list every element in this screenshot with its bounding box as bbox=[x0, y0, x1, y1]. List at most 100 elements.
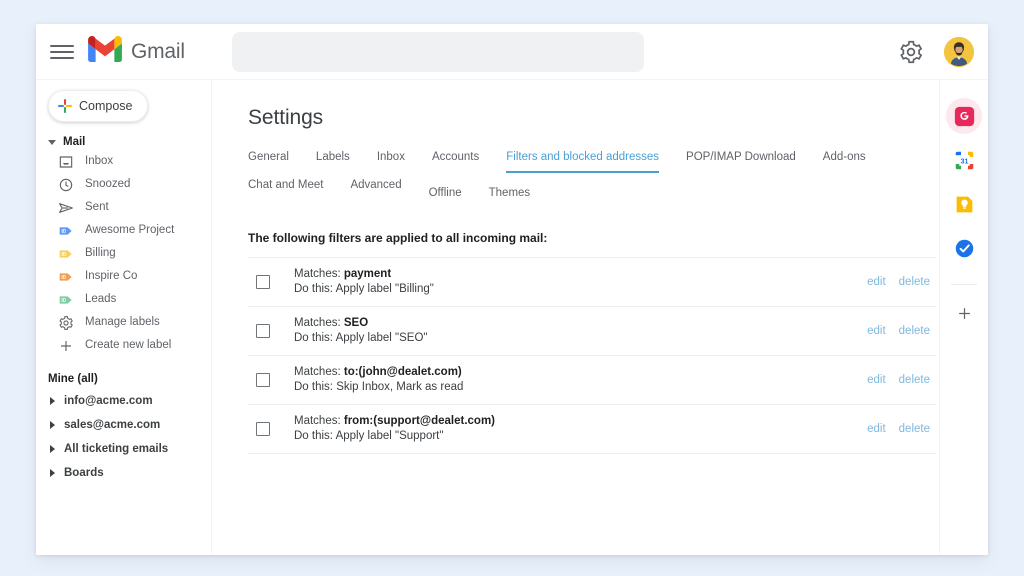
filter-action-line: Do this: Apply label "Support" bbox=[294, 429, 867, 444]
sidebar-item-create-new-label[interactable]: Create new label bbox=[36, 334, 211, 357]
plus-icon bbox=[58, 338, 74, 354]
tab-filters-and-blocked-addresses[interactable]: Filters and blocked addresses bbox=[506, 145, 659, 173]
chevron-down-icon bbox=[48, 140, 56, 145]
label-icon bbox=[58, 246, 74, 262]
filter-action-value: Apply label "Support" bbox=[336, 430, 444, 442]
tab-advanced[interactable]: Advanced bbox=[350, 173, 401, 201]
sidebar-item-label: Inbox bbox=[85, 156, 113, 168]
sidebar-section-mail[interactable]: Mail bbox=[48, 136, 211, 148]
page-title: Settings bbox=[248, 106, 939, 130]
brand[interactable]: Gmail bbox=[88, 36, 185, 67]
settings-tabs: General Labels Inbox Accounts Filters an… bbox=[248, 145, 940, 209]
label-icon bbox=[58, 292, 74, 308]
sidebar-item-info-acme[interactable]: info@acme.com bbox=[36, 389, 211, 413]
filter-checkbox[interactable] bbox=[256, 324, 270, 338]
filter-row: Matches: payment Do this: Apply label "B… bbox=[248, 257, 936, 306]
filter-match-value: SEO bbox=[344, 317, 368, 329]
sidebar-item-leads[interactable]: Leads bbox=[36, 288, 211, 311]
user-avatar[interactable] bbox=[944, 37, 974, 67]
filter-actions: edit delete bbox=[867, 423, 936, 435]
filter-checkbox[interactable] bbox=[256, 422, 270, 436]
compose-button[interactable]: Compose bbox=[48, 90, 148, 122]
filter-match-line: Matches: payment bbox=[294, 267, 867, 282]
label-icon bbox=[58, 269, 74, 285]
sidebar-item-label: Snoozed bbox=[85, 179, 130, 191]
filter-list: Matches: payment Do this: Apply label "B… bbox=[248, 257, 936, 454]
filter-action-value: Apply label "Billing" bbox=[336, 283, 434, 295]
filter-row: Matches: to:(john@dealet.com) Do this: S… bbox=[248, 355, 936, 404]
filter-action-line: Do this: Skip Inbox, Mark as read bbox=[294, 380, 867, 395]
sidebar-section-label: Mail bbox=[63, 136, 85, 148]
filter-match-value: from:(support@dealet.com) bbox=[344, 415, 495, 427]
tab-themes[interactable]: Themes bbox=[489, 181, 531, 209]
tab-inbox[interactable]: Inbox bbox=[377, 145, 405, 173]
filter-match-line: Matches: to:(john@dealet.com) bbox=[294, 365, 867, 380]
chevron-right-icon bbox=[50, 421, 55, 429]
delete-filter-link[interactable]: delete bbox=[899, 374, 930, 386]
filter-match-value: payment bbox=[344, 268, 391, 280]
filter-description: Matches: SEO Do this: Apply label "SEO" bbox=[294, 316, 867, 346]
gear-icon bbox=[58, 315, 74, 331]
sidebar-item-label: Boards bbox=[64, 467, 104, 479]
action-prefix: Do this: bbox=[294, 430, 336, 442]
match-prefix: Matches: bbox=[294, 415, 344, 427]
sidebar-item-manage-labels[interactable]: Manage labels bbox=[36, 311, 211, 334]
delete-filter-link[interactable]: delete bbox=[899, 423, 930, 435]
sidebar-item-snoozed[interactable]: Snoozed bbox=[36, 173, 211, 196]
compose-label: Compose bbox=[79, 99, 133, 113]
google-keep-icon[interactable] bbox=[946, 186, 982, 222]
match-prefix: Matches: bbox=[294, 366, 344, 378]
search-input[interactable] bbox=[232, 32, 644, 72]
match-prefix: Matches: bbox=[294, 317, 344, 329]
gear-icon[interactable] bbox=[898, 39, 924, 65]
match-prefix: Matches: bbox=[294, 268, 344, 280]
filter-checkbox[interactable] bbox=[256, 275, 270, 289]
top-bar: Gmail bbox=[36, 24, 988, 80]
sidebar-item-sent[interactable]: Sent bbox=[36, 196, 211, 219]
tab-general[interactable]: General bbox=[248, 145, 289, 173]
side-apps-rail: 31 bbox=[940, 80, 988, 555]
filter-action-line: Do this: Apply label "Billing" bbox=[294, 282, 867, 297]
chevron-right-icon bbox=[50, 445, 55, 453]
sidebar-item-awesome-project[interactable]: Awesome Project bbox=[36, 219, 211, 242]
edit-filter-link[interactable]: edit bbox=[867, 423, 886, 435]
filter-action-value: Skip Inbox, Mark as read bbox=[336, 381, 463, 393]
filter-checkbox[interactable] bbox=[256, 373, 270, 387]
plus-icon bbox=[57, 98, 73, 114]
tab-labels[interactable]: Labels bbox=[316, 145, 350, 173]
sidebar-item-label: Manage labels bbox=[85, 317, 160, 329]
sidebar-item-inbox[interactable]: Inbox bbox=[36, 150, 211, 173]
google-tasks-icon[interactable] bbox=[946, 230, 982, 266]
sidebar-item-label: sales@acme.com bbox=[64, 419, 160, 431]
tab-add-ons[interactable]: Add-ons bbox=[823, 145, 866, 173]
sidebar-item-label: Inspire Co bbox=[85, 271, 137, 283]
filter-description: Matches: from:(support@dealet.com) Do th… bbox=[294, 414, 867, 444]
filter-action-line: Do this: Apply label "SEO" bbox=[294, 331, 867, 346]
action-prefix: Do this: bbox=[294, 381, 336, 393]
edit-filter-link[interactable]: edit bbox=[867, 276, 886, 288]
edit-filter-link[interactable]: edit bbox=[867, 374, 886, 386]
sidebar: Compose Mail Inbox Snoozed bbox=[36, 80, 212, 555]
tab-accounts[interactable]: Accounts bbox=[432, 145, 479, 173]
edit-filter-link[interactable]: edit bbox=[867, 325, 886, 337]
main-menu-icon[interactable] bbox=[50, 40, 74, 64]
google-calendar-icon[interactable]: 31 bbox=[946, 142, 982, 178]
add-app-button[interactable] bbox=[946, 295, 982, 331]
clock-icon bbox=[58, 177, 74, 193]
google-chat-icon[interactable] bbox=[946, 98, 982, 134]
sidebar-item-all-ticketing-emails[interactable]: All ticketing emails bbox=[36, 437, 211, 461]
sidebar-item-sales-acme[interactable]: sales@acme.com bbox=[36, 413, 211, 437]
filter-row: Matches: SEO Do this: Apply label "SEO" … bbox=[248, 306, 936, 355]
delete-filter-link[interactable]: delete bbox=[899, 325, 930, 337]
sidebar-item-billing[interactable]: Billing bbox=[36, 242, 211, 265]
delete-filter-link[interactable]: delete bbox=[899, 276, 930, 288]
filter-row: Matches: from:(support@dealet.com) Do th… bbox=[248, 404, 936, 454]
tab-pop-imap-download[interactable]: POP/IMAP Download bbox=[686, 145, 796, 173]
tab-offline[interactable]: Offline bbox=[429, 181, 462, 209]
sidebar-item-boards[interactable]: Boards bbox=[36, 461, 211, 485]
tab-chat-and-meet[interactable]: Chat and Meet bbox=[248, 173, 323, 201]
filter-match-line: Matches: from:(support@dealet.com) bbox=[294, 414, 867, 429]
rail-divider bbox=[951, 284, 977, 285]
sidebar-item-inspire-co[interactable]: Inspire Co bbox=[36, 265, 211, 288]
action-prefix: Do this: bbox=[294, 283, 336, 295]
